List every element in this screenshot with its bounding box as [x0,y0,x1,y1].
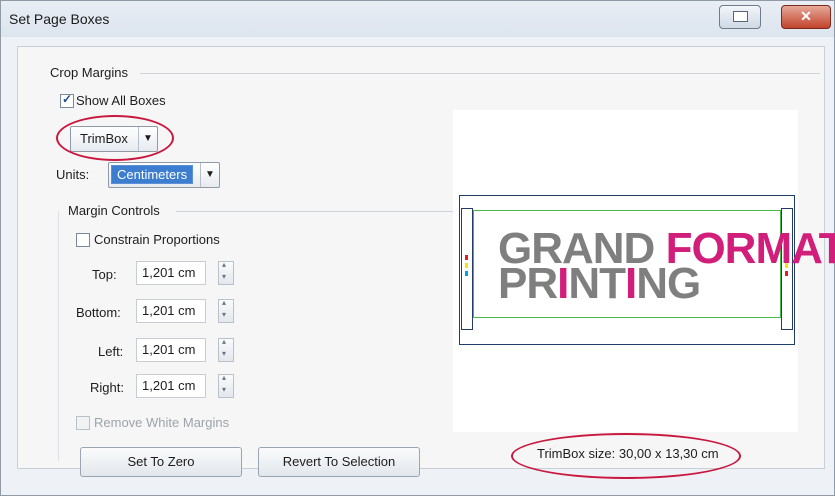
remove-white-margins-checkbox[interactable] [76,416,90,430]
bottom-label: Bottom: [76,305,121,320]
page-preview: GRAND FORMAT PRINTING [459,195,835,345]
constrain-proportions-checkbox[interactable] [76,233,90,247]
group-divider [176,211,456,212]
units-label: Units: [56,167,90,182]
units-value: Centimeters [111,165,194,184]
restore-icon [733,11,748,22]
highlight-ellipse [56,115,174,161]
group-divider [140,73,820,74]
size-highlight-ellipse [511,433,741,479]
dialog-title: Set Page Boxes [9,11,110,27]
remove-white-margins-label: Remove White Margins [94,415,230,430]
close-button[interactable]: ✕ [781,5,831,29]
top-stepper[interactable] [218,260,234,285]
title-bar: Set Page Boxes ✕ [1,1,834,37]
show-all-boxes-checkbox[interactable] [60,92,74,108]
color-bar-left [461,208,473,330]
revert-to-selection-button[interactable]: Revert To Selection [258,447,420,477]
restore-button[interactable] [719,5,761,29]
crop-margins-title: Crop Margins [50,65,129,80]
chevron-down-icon: ▼ [200,163,219,187]
top-value: 1,201 cm [142,265,196,280]
top-margin-input[interactable]: 1,201 cm [136,261,206,285]
right-value: 1,201 cm [142,378,196,393]
show-all-boxes-label: Show All Boxes [76,93,166,108]
bottom-margin-input[interactable]: 1,201 cm [136,299,206,323]
margin-controls-title: Margin Controls [68,203,160,218]
preview-headline-line2: PRINTING [498,259,701,308]
set-to-zero-button[interactable]: Set To Zero [80,447,242,477]
right-margin-input[interactable]: 1,201 cm [136,374,206,398]
units-select[interactable]: Centimeters ▼ [108,162,220,188]
bottom-value: 1,201 cm [142,303,196,318]
constrain-proportions-label: Constrain Proportions [94,232,220,247]
bottom-stepper[interactable] [218,298,234,323]
right-stepper[interactable] [218,373,234,398]
left-value: 1,201 cm [142,342,196,357]
left-label: Left: [98,344,124,359]
left-stepper[interactable] [218,337,234,362]
top-label: Top: [92,267,117,282]
group-border [58,211,59,461]
left-margin-input[interactable]: 1,201 cm [136,338,206,362]
close-icon: ✕ [800,8,812,24]
right-label: Right: [90,380,124,395]
